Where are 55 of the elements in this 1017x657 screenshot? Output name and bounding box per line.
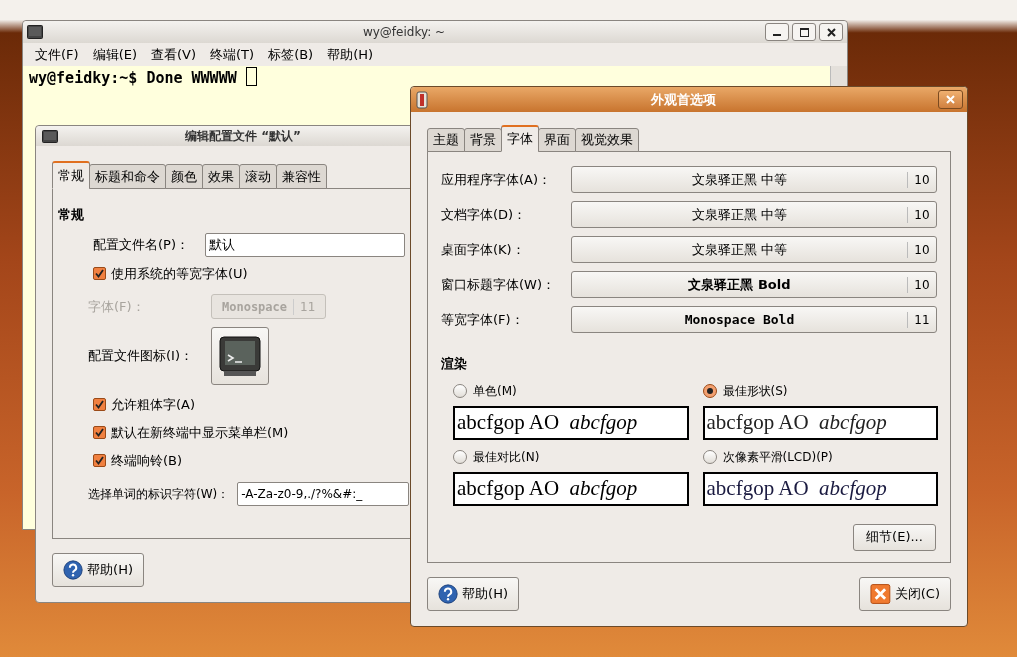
checkbox-label: 使用系统的等宽字体(U)	[111, 264, 248, 283]
window-title: 编辑配置文件 “默认”	[185, 128, 301, 145]
tab[interactable]: 兼容性	[276, 164, 327, 189]
help-button[interactable]: 帮助(H)	[52, 553, 144, 587]
checkbox-label: 默认在新终端中显示菜单栏(M)	[111, 423, 289, 442]
section-title: 常规	[58, 206, 85, 224]
menu-item[interactable]: 帮助(H)	[321, 44, 380, 65]
field-label: 配置文件名(P)：	[92, 235, 190, 254]
menu-item[interactable]: 终端(T)	[204, 44, 261, 65]
radio-label: 最佳对比(N)	[473, 448, 540, 466]
field-label: 配置文件图标(I)：	[88, 346, 194, 365]
tab[interactable]: 界面	[538, 128, 576, 152]
window-title: wy@feidky: ~	[362, 24, 446, 41]
tab[interactable]: 常规	[52, 161, 90, 189]
tab[interactable]: 滚动	[239, 164, 277, 189]
font-preview: abcfgop AO abcfgop	[453, 405, 689, 440]
radio-label: 单色(M)	[473, 382, 517, 400]
close-button[interactable]: 关闭(C)	[859, 577, 951, 611]
menu-item[interactable]: 查看(V)	[145, 44, 203, 65]
terminal-line: wy@feidky:~$ Done WWWWW	[29, 68, 238, 89]
tab[interactable]: 效果	[202, 164, 240, 189]
field-label: 窗口标题字体(W)：	[441, 275, 556, 294]
tab[interactable]: 标题和命令	[89, 164, 166, 189]
field-label: 文档字体(D)：	[441, 205, 528, 224]
font-preview: abcfgop AO abcfgop	[453, 471, 689, 506]
profile-name-field[interactable]: 默认	[205, 232, 405, 257]
font-button[interactable]: 文泉驿正黑 Bold 10	[571, 271, 937, 298]
menu-item[interactable]: 文件(F)	[29, 44, 85, 65]
window-title: 外观首选项	[651, 90, 716, 109]
field-label: 桌面字体(K)：	[441, 240, 526, 259]
field-label: 选择单词的标识字符(W)：	[88, 485, 231, 503]
font-button[interactable]: 文泉驿正黑 中等 10	[571, 201, 937, 228]
field-label: 等宽字体(F)：	[441, 310, 525, 329]
help-button[interactable]: 帮助(H)	[427, 577, 519, 611]
radio-label: 次像素平滑(LCD)(P)	[722, 448, 833, 466]
font-button[interactable]: 文泉驿正黑 中等 10	[571, 236, 937, 263]
details-button[interactable]: 细节(E)...	[853, 523, 936, 551]
tab[interactable]: 背景	[464, 128, 502, 152]
tab[interactable]: 字体	[501, 125, 539, 152]
checkbox-label: 终端响铃(B)	[111, 451, 183, 470]
font-preview: abcfgop AO abcfgop	[702, 471, 938, 506]
radio-label: 最佳形状(S)	[722, 382, 788, 400]
font-button[interactable]: 文泉驿正黑 中等 10	[571, 166, 937, 193]
tab[interactable]: 视觉效果	[575, 128, 639, 152]
menu-item[interactable]: 编辑(E)	[86, 44, 143, 65]
tab[interactable]: 主题	[427, 128, 465, 152]
tab[interactable]: 颜色	[165, 164, 203, 189]
menu-item[interactable]: 标签(B)	[262, 44, 320, 65]
font-button[interactable]: Monospace Bold 11	[571, 306, 937, 333]
section-title: 渲染	[441, 355, 468, 373]
field-label: 字体(F)：	[88, 297, 146, 316]
field-label: 应用程序字体(A)：	[441, 170, 553, 189]
font-preview: abcfgop AO abcfgop	[702, 405, 938, 440]
word-chars-field[interactable]: -A-Za-z0-9,./?%&#:_	[237, 481, 409, 506]
checkbox-label: 允许粗体字(A)	[111, 395, 196, 414]
